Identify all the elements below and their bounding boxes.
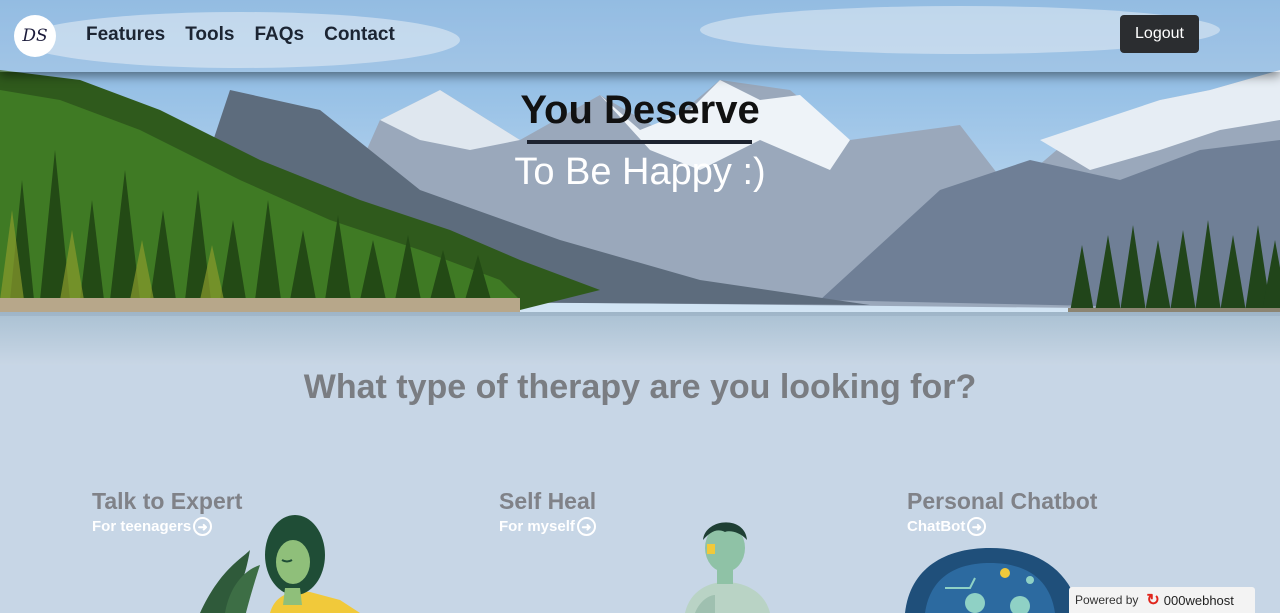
headline-underline <box>527 140 752 144</box>
powered-by-text: Powered by <box>1075 593 1139 607</box>
nav-link-contact[interactable]: Contact <box>324 24 395 46</box>
card-subtitle: For myself <box>499 518 575 535</box>
card-subtitle: For teenagers <box>92 518 192 535</box>
card-title: Personal Chatbot <box>907 488 1098 514</box>
card-self-heal[interactable]: Self Heal For myself ➜ <box>499 488 596 536</box>
card-personal-chatbot[interactable]: Personal Chatbot ChatBot ➜ <box>907 488 1097 536</box>
nav-link-faqs[interactable]: FAQs <box>254 24 304 46</box>
logo-text: DS <box>22 26 48 46</box>
hero-headline: You Deserve <box>520 88 760 132</box>
section-question: What type of therapy are you looking for… <box>303 368 977 406</box>
webhost-brand: 000webhost <box>1163 592 1234 608</box>
hero-subhead: To Be Happy :) <box>514 151 766 193</box>
nav-link-tools[interactable]: Tools <box>185 24 234 46</box>
card-subtitle: ChatBot <box>907 518 966 535</box>
top-navbar: DS Features Tools FAQs Contact Logout <box>0 0 1280 72</box>
site-logo[interactable]: DS <box>14 15 56 57</box>
nav-link-features[interactable]: Features <box>86 24 165 46</box>
card-subtitle-row: For myself ➜ <box>499 517 596 536</box>
card-subtitle-row: ChatBot ➜ <box>907 517 1097 536</box>
card-title: Self Heal <box>499 488 597 514</box>
webhost-logo-icon: ↻ <box>1146 592 1160 609</box>
woman-with-plant-illustration <box>200 515 360 613</box>
logout-button[interactable]: Logout <box>1120 15 1199 53</box>
powered-by-badge[interactable]: Powered by ↻ 000webhost <box>1069 587 1255 613</box>
arrow-right-circle-icon[interactable]: ➜ <box>967 517 987 536</box>
man-illustration <box>685 522 770 613</box>
arrow-right-circle-icon[interactable]: ➜ <box>576 517 596 536</box>
chatbot-robot-illustration <box>905 548 1080 613</box>
nav-links: Features Tools FAQs Contact <box>86 24 395 46</box>
